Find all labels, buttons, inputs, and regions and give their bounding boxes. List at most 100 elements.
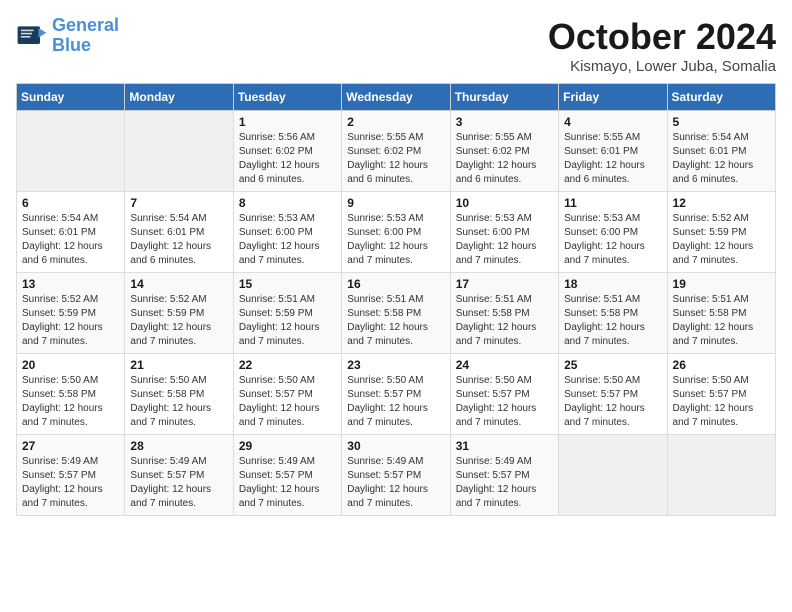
- logo-icon: [16, 20, 48, 52]
- day-number: 23: [347, 358, 444, 372]
- day-number: 2: [347, 115, 444, 129]
- calendar-cell: 26 Sunrise: 5:50 AM Sunset: 5:57 PM Dayli…: [667, 354, 775, 435]
- day-number: 19: [673, 277, 770, 291]
- day-number: 30: [347, 439, 444, 453]
- day-number: 22: [239, 358, 336, 372]
- day-info: Sunrise: 5:54 AM Sunset: 6:01 PM Dayligh…: [130, 212, 227, 268]
- day-number: 15: [239, 277, 336, 291]
- day-number: 29: [239, 439, 336, 453]
- day-number: 11: [564, 196, 661, 210]
- day-number: 28: [130, 439, 227, 453]
- day-number: 6: [22, 196, 119, 210]
- logo: General Blue: [16, 16, 119, 56]
- calendar-cell: 10 Sunrise: 5:53 AM Sunset: 6:00 PM Dayli…: [450, 192, 558, 273]
- day-number: 20: [22, 358, 119, 372]
- day-info: Sunrise: 5:53 AM Sunset: 6:00 PM Dayligh…: [456, 212, 553, 268]
- calendar-cell: 5Sunrise: 5:54 AM Sunset: 6:01 PM Daylig…: [667, 111, 775, 192]
- day-info: Sunrise: 5:50 AM Sunset: 5:57 PM Dayligh…: [564, 374, 661, 430]
- weekday-header: Thursday: [450, 84, 558, 111]
- calendar-cell: 12Sunrise: 5:52 AM Sunset: 5:59 PM Dayli…: [667, 192, 775, 273]
- calendar-cell: 27 Sunrise: 5:49 AM Sunset: 5:57 PM Dayli…: [17, 435, 125, 516]
- day-info: Sunrise: 5:52 AM Sunset: 5:59 PM Dayligh…: [673, 212, 770, 268]
- calendar-cell: 16 Sunrise: 5:51 AM Sunset: 5:58 PM Dayli…: [342, 273, 450, 354]
- calendar-cell: 3 Sunrise: 5:55 AM Sunset: 6:02 PM Daylig…: [450, 111, 558, 192]
- calendar-cell: 18 Sunrise: 5:51 AM Sunset: 5:58 PM Dayli…: [559, 273, 667, 354]
- calendar-cell: 28 Sunrise: 5:49 AM Sunset: 5:57 PM Dayli…: [125, 435, 233, 516]
- calendar-cell: 8 Sunrise: 5:53 AM Sunset: 6:00 PM Daylig…: [233, 192, 341, 273]
- day-info: Sunrise: 5:55 AM Sunset: 6:01 PM Dayligh…: [564, 131, 661, 187]
- day-number: 10: [456, 196, 553, 210]
- day-number: 18: [564, 277, 661, 291]
- weekday-header: Friday: [559, 84, 667, 111]
- calendar-cell: 31 Sunrise: 5:49 AM Sunset: 5:57 PM Dayli…: [450, 435, 558, 516]
- day-info: Sunrise: 5:56 AM Sunset: 6:02 PM Dayligh…: [239, 131, 336, 187]
- day-number: 16: [347, 277, 444, 291]
- calendar-cell: 14Sunrise: 5:52 AM Sunset: 5:59 PM Dayli…: [125, 273, 233, 354]
- day-number: 3: [456, 115, 553, 129]
- calendar-cell: 1Sunrise: 5:56 AM Sunset: 6:02 PM Daylig…: [233, 111, 341, 192]
- calendar-week-row: 6 Sunrise: 5:54 AM Sunset: 6:01 PM Daylig…: [17, 192, 776, 273]
- day-number: 13: [22, 277, 119, 291]
- day-info: Sunrise: 5:54 AM Sunset: 6:01 PM Dayligh…: [22, 212, 119, 268]
- day-info: Sunrise: 5:51 AM Sunset: 5:58 PM Dayligh…: [564, 293, 661, 349]
- calendar-week-row: 13 Sunrise: 5:52 AM Sunset: 5:59 PM Dayli…: [17, 273, 776, 354]
- month-title: October 2024: [548, 16, 776, 58]
- calendar-cell: 9 Sunrise: 5:53 AM Sunset: 6:00 PM Daylig…: [342, 192, 450, 273]
- weekday-header: Saturday: [667, 84, 775, 111]
- calendar-cell: 23Sunrise: 5:50 AM Sunset: 5:57 PM Dayli…: [342, 354, 450, 435]
- calendar-cell: 7 Sunrise: 5:54 AM Sunset: 6:01 PM Daylig…: [125, 192, 233, 273]
- day-info: Sunrise: 5:50 AM Sunset: 5:58 PM Dayligh…: [130, 374, 227, 430]
- day-number: 17: [456, 277, 553, 291]
- day-info: Sunrise: 5:55 AM Sunset: 6:02 PM Dayligh…: [456, 131, 553, 187]
- day-info: Sunrise: 5:53 AM Sunset: 6:00 PM Dayligh…: [347, 212, 444, 268]
- day-info: Sunrise: 5:53 AM Sunset: 6:00 PM Dayligh…: [239, 212, 336, 268]
- calendar-cell: 6 Sunrise: 5:54 AM Sunset: 6:01 PM Daylig…: [17, 192, 125, 273]
- day-info: Sunrise: 5:51 AM Sunset: 5:59 PM Dayligh…: [239, 293, 336, 349]
- day-number: 9: [347, 196, 444, 210]
- calendar-cell: 19 Sunrise: 5:51 AM Sunset: 5:58 PM Dayli…: [667, 273, 775, 354]
- location-subtitle: Kismayo, Lower Juba, Somalia: [548, 58, 776, 75]
- page-header: General Blue October 2024 Kismayo, Lower…: [16, 16, 776, 75]
- day-number: 26: [673, 358, 770, 372]
- day-info: Sunrise: 5:52 AM Sunset: 5:59 PM Dayligh…: [130, 293, 227, 349]
- calendar-cell: 11Sunrise: 5:53 AM Sunset: 6:00 PM Dayli…: [559, 192, 667, 273]
- calendar-cell: 29Sunrise: 5:49 AM Sunset: 5:57 PM Dayli…: [233, 435, 341, 516]
- calendar-cell: [559, 435, 667, 516]
- calendar-cell: [17, 111, 125, 192]
- day-number: 31: [456, 439, 553, 453]
- day-info: Sunrise: 5:49 AM Sunset: 5:57 PM Dayligh…: [347, 455, 444, 511]
- day-info: Sunrise: 5:51 AM Sunset: 5:58 PM Dayligh…: [347, 293, 444, 349]
- day-info: Sunrise: 5:51 AM Sunset: 5:58 PM Dayligh…: [673, 293, 770, 349]
- day-info: Sunrise: 5:49 AM Sunset: 5:57 PM Dayligh…: [456, 455, 553, 511]
- day-info: Sunrise: 5:52 AM Sunset: 5:59 PM Dayligh…: [22, 293, 119, 349]
- day-number: 24: [456, 358, 553, 372]
- calendar-header-row: SundayMondayTuesdayWednesdayThursdayFrid…: [17, 84, 776, 111]
- calendar-week-row: 20 Sunrise: 5:50 AM Sunset: 5:58 PM Dayli…: [17, 354, 776, 435]
- day-info: Sunrise: 5:50 AM Sunset: 5:57 PM Dayligh…: [456, 374, 553, 430]
- calendar-cell: 20 Sunrise: 5:50 AM Sunset: 5:58 PM Dayli…: [17, 354, 125, 435]
- day-info: Sunrise: 5:49 AM Sunset: 5:57 PM Dayligh…: [22, 455, 119, 511]
- calendar-cell: 13 Sunrise: 5:52 AM Sunset: 5:59 PM Dayli…: [17, 273, 125, 354]
- day-info: Sunrise: 5:49 AM Sunset: 5:57 PM Dayligh…: [130, 455, 227, 511]
- calendar-cell: 30 Sunrise: 5:49 AM Sunset: 5:57 PM Dayli…: [342, 435, 450, 516]
- weekday-header: Monday: [125, 84, 233, 111]
- calendar-week-row: 27 Sunrise: 5:49 AM Sunset: 5:57 PM Dayli…: [17, 435, 776, 516]
- day-number: 7: [130, 196, 227, 210]
- day-info: Sunrise: 5:50 AM Sunset: 5:57 PM Dayligh…: [673, 374, 770, 430]
- day-info: Sunrise: 5:50 AM Sunset: 5:57 PM Dayligh…: [239, 374, 336, 430]
- calendar-table: SundayMondayTuesdayWednesdayThursdayFrid…: [16, 83, 776, 516]
- day-number: 4: [564, 115, 661, 129]
- day-info: Sunrise: 5:54 AM Sunset: 6:01 PM Dayligh…: [673, 131, 770, 187]
- calendar-week-row: 1Sunrise: 5:56 AM Sunset: 6:02 PM Daylig…: [17, 111, 776, 192]
- logo-text: General Blue: [52, 16, 119, 56]
- day-info: Sunrise: 5:50 AM Sunset: 5:58 PM Dayligh…: [22, 374, 119, 430]
- calendar-cell: 21Sunrise: 5:50 AM Sunset: 5:58 PM Dayli…: [125, 354, 233, 435]
- calendar-cell: [125, 111, 233, 192]
- calendar-cell: 25Sunrise: 5:50 AM Sunset: 5:57 PM Dayli…: [559, 354, 667, 435]
- calendar-cell: 22 Sunrise: 5:50 AM Sunset: 5:57 PM Dayli…: [233, 354, 341, 435]
- day-number: 27: [22, 439, 119, 453]
- calendar-cell: 4 Sunrise: 5:55 AM Sunset: 6:01 PM Daylig…: [559, 111, 667, 192]
- day-number: 8: [239, 196, 336, 210]
- day-info: Sunrise: 5:51 AM Sunset: 5:58 PM Dayligh…: [456, 293, 553, 349]
- calendar-cell: [667, 435, 775, 516]
